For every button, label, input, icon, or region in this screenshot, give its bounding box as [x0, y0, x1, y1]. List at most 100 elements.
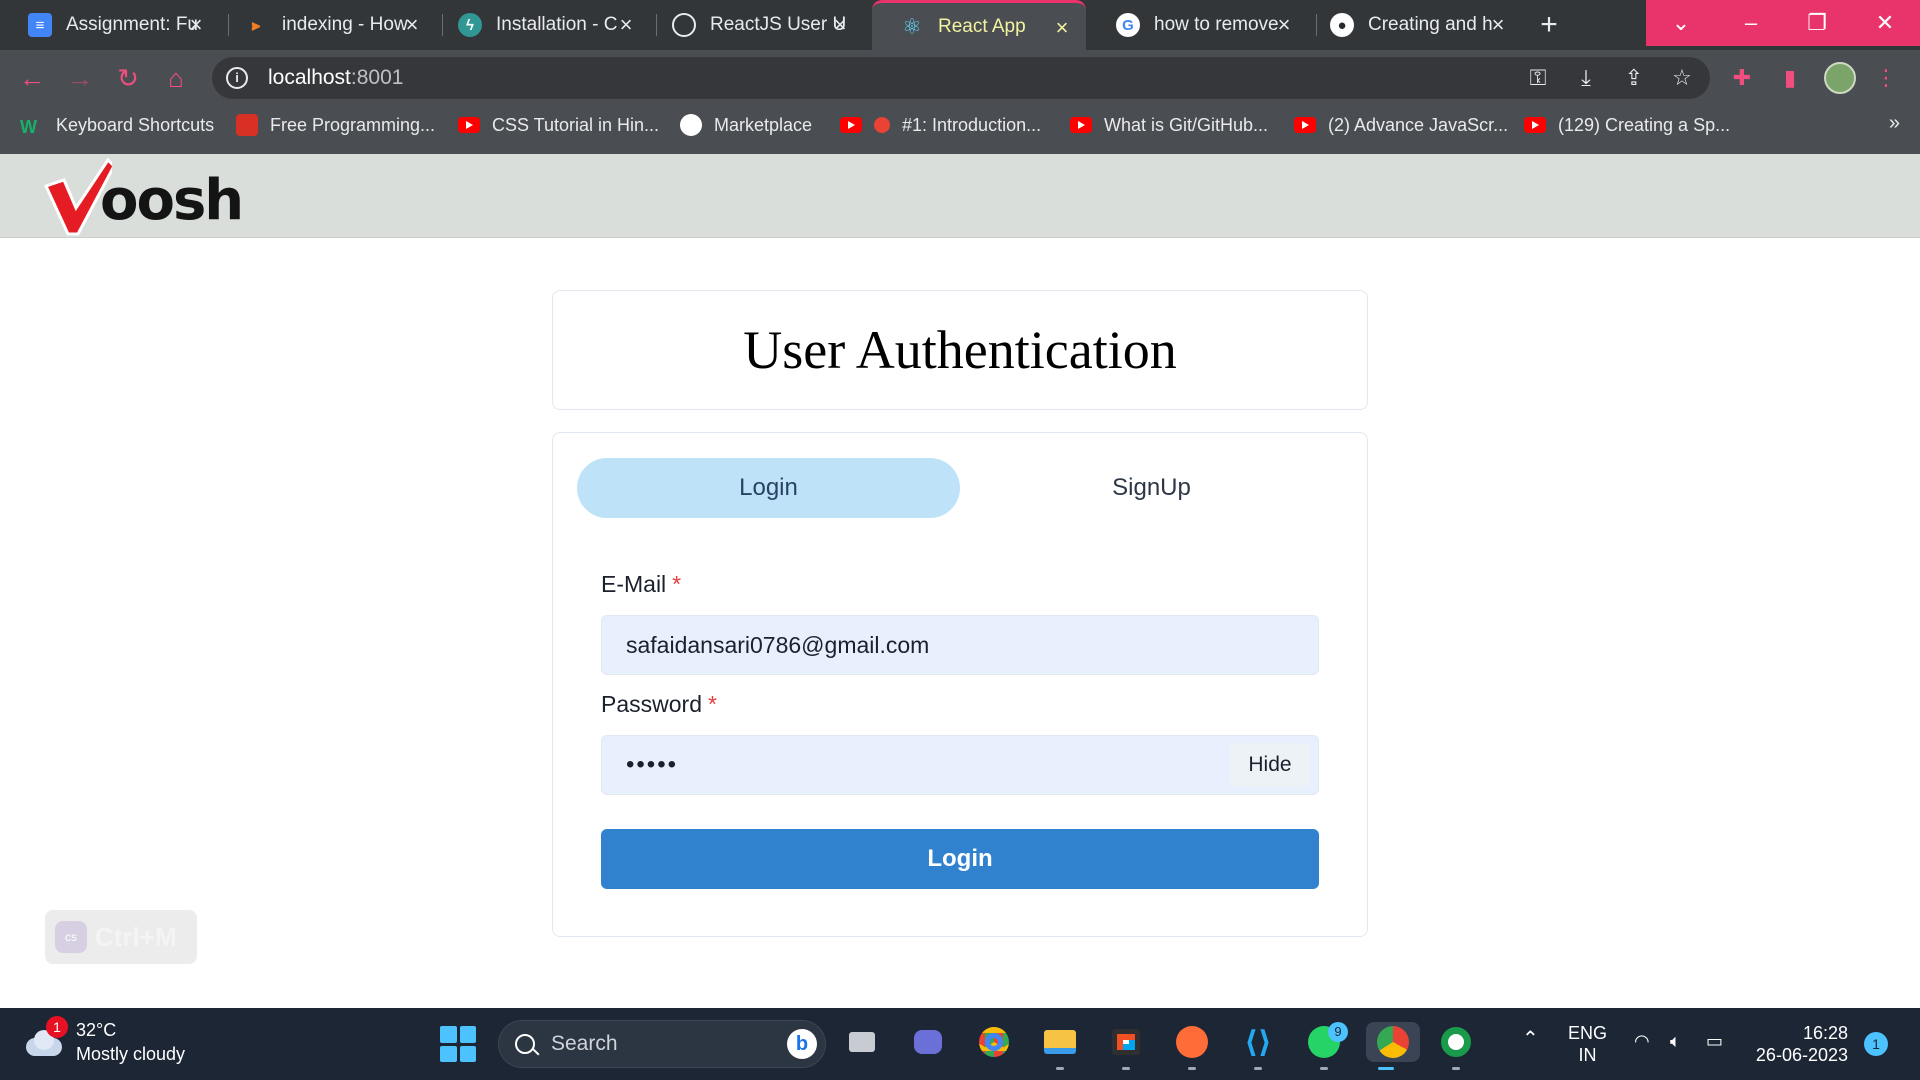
close-tab-icon[interactable]: ×	[1486, 13, 1510, 37]
password-field[interactable]: ••••• Hide	[601, 735, 1319, 795]
page-title: User Authentication	[743, 320, 1177, 380]
restore-button[interactable]: ❐	[1782, 0, 1852, 46]
browser-tab[interactable]: ● Creating and h ×	[1302, 0, 1522, 50]
browser-tab[interactable]: ≡ Assignment: Fu ×	[0, 0, 220, 50]
url-text[interactable]: localhost:8001	[268, 66, 403, 90]
bookmark-item[interactable]: What is Git/GitHub...	[1070, 106, 1268, 144]
minimize-button[interactable]: –	[1716, 0, 1786, 46]
mycompiler-icon	[236, 114, 258, 136]
bookmark-item[interactable]: (2) Advance JavaScr...	[1294, 106, 1508, 144]
postman-icon[interactable]	[1172, 1022, 1212, 1070]
bookmark-item[interactable]: Free Programming...	[236, 106, 435, 144]
volume-icon[interactable]: 🔈︎	[1670, 1030, 1681, 1052]
browser-tab[interactable]: ReactJS User U ×	[644, 0, 864, 50]
weather-temp: 32°C	[76, 1020, 117, 1040]
tab-login[interactable]: Login	[577, 458, 960, 518]
mongodb-compass-icon[interactable]	[1436, 1022, 1476, 1070]
close-window-button[interactable]: ✕	[1850, 0, 1920, 46]
install-app-icon[interactable]: ⤓	[1572, 64, 1600, 92]
required-mark: *	[672, 571, 682, 597]
required-mark: *	[707, 691, 717, 717]
bookmarks-bar: W Keyboard Shortcuts Free Programming...…	[0, 106, 1920, 154]
email-value: safaidansari0786@gmail.com	[626, 631, 930, 658]
bing-icon[interactable]: b	[787, 1029, 817, 1059]
stackoverflow-icon: ⫸	[251, 16, 261, 34]
bookmark-label: What is Git/GitHub...	[1104, 114, 1269, 135]
bookmark-label: Marketplace	[714, 114, 813, 135]
docs-icon: ≡	[28, 13, 52, 37]
reload-icon[interactable]: ↻	[112, 62, 144, 94]
bookmark-item[interactable]: W Keyboard Shortcuts	[20, 106, 214, 144]
close-tab-icon[interactable]: ×	[184, 13, 208, 37]
browser-tab[interactable]: ⫸ indexing - How ×	[216, 0, 436, 50]
react-icon: ⚛	[902, 13, 922, 39]
site-info-icon[interactable]: i	[226, 67, 248, 89]
logo-text: oosh	[100, 168, 244, 233]
clock[interactable]: 16:28 26-06-2023	[1752, 1022, 1848, 1066]
close-tab-icon[interactable]: ×	[400, 13, 424, 37]
bookmark-label: Keyboard Shortcuts	[56, 114, 215, 135]
browser-toolbar: ← → ↻ ⌂ i localhost:8001 ⚿ ⤓ ⇪ ☆ ✚ ▮ ⋮	[0, 50, 1920, 106]
tray-overflow-icon[interactable]: ⌃	[1522, 1028, 1539, 1050]
bookmark-label: (129) Creating a Sp...	[1558, 114, 1731, 135]
wifi-icon[interactable]: ◠	[1634, 1030, 1650, 1052]
tab-search-button[interactable]: ⌄	[1646, 0, 1716, 46]
browser-tab[interactable]: ϟ Installation - C ×	[430, 0, 650, 50]
taskbar-search[interactable]: Search b	[498, 1020, 826, 1068]
chrome-icon[interactable]	[974, 1022, 1014, 1062]
home-icon[interactable]: ⌂	[160, 62, 192, 94]
hide-password-button[interactable]: Hide	[1230, 743, 1310, 787]
title-card: User Authentication	[552, 290, 1368, 410]
email-field[interactable]: safaidansari0786@gmail.com	[601, 615, 1319, 675]
side-panel-icon[interactable]: ▮	[1776, 64, 1804, 92]
close-tab-icon[interactable]: ×	[1050, 16, 1074, 40]
share-icon[interactable]: ⇪	[1620, 64, 1648, 92]
tab-signup[interactable]: SignUp	[960, 458, 1343, 518]
notification-badge[interactable]: 1	[1864, 1032, 1888, 1056]
login-button[interactable]: Login	[601, 829, 1319, 889]
bookmark-item[interactable]: #1: Introduction...	[840, 106, 1041, 144]
menu-kebab-icon[interactable]: ⋮	[1872, 64, 1900, 92]
close-tab-icon[interactable]: ×	[828, 13, 852, 37]
shortcut-overlay[interactable]: cs Ctrl+M	[45, 910, 197, 964]
language-indicator[interactable]: ENG IN	[1568, 1022, 1607, 1066]
search-icon	[515, 1034, 535, 1054]
youtube-icon	[840, 117, 862, 133]
clock-date: 26-06-2023	[1755, 1045, 1848, 1065]
extensions-icon[interactable]: ✚	[1728, 64, 1756, 92]
browser-tab[interactable]: G how to remove ×	[1088, 0, 1308, 50]
bookmark-item[interactable]: (129) Creating a Sp...	[1524, 106, 1730, 144]
forward-icon[interactable]: →	[64, 62, 96, 94]
close-tab-icon[interactable]: ×	[1272, 13, 1296, 37]
github-icon	[680, 114, 702, 136]
address-bar[interactable]: i localhost:8001	[212, 57, 1710, 99]
bookmark-star-icon[interactable]: ☆	[1668, 64, 1696, 92]
weather-desc: Mostly cloudy	[76, 1044, 186, 1064]
battery-icon[interactable]: ▭	[1706, 1030, 1723, 1052]
windows-taskbar: 32°C Mostly cloudy 1 Search b ⟨⟩ 9 ⌃ ENG…	[0, 1008, 1920, 1080]
windows-start-icon[interactable]	[440, 1026, 476, 1062]
task-view-icon[interactable]	[842, 1022, 882, 1062]
browser-tab-active[interactable]: ⚛ React App ×	[872, 0, 1086, 50]
bookmark-label: (2) Advance JavaScr...	[1328, 114, 1509, 135]
cs-badge-icon: cs	[55, 921, 87, 953]
ms-store-icon[interactable]	[1106, 1022, 1146, 1070]
password-value: •••••	[626, 751, 679, 778]
close-tab-icon[interactable]: ×	[614, 13, 638, 37]
file-explorer-icon[interactable]	[1040, 1022, 1080, 1070]
back-icon[interactable]: ←	[16, 62, 48, 94]
email-label: E-Mail *	[601, 571, 682, 597]
bookmark-item[interactable]: CSS Tutorial in Hin...	[458, 106, 659, 144]
shortcut-label: Ctrl+M	[95, 921, 177, 952]
bookmark-item[interactable]: Marketplace	[680, 106, 812, 144]
profile-avatar[interactable]	[1824, 62, 1856, 94]
teams-chat-icon[interactable]	[908, 1022, 948, 1062]
more-bookmarks-icon[interactable]: »	[1889, 112, 1900, 135]
new-tab-button[interactable]: +	[1532, 8, 1566, 42]
clock-time: 16:28	[1802, 1023, 1848, 1043]
vscode-icon[interactable]: ⟨⟩	[1238, 1022, 1278, 1070]
chrome-active-icon[interactable]	[1366, 1022, 1420, 1070]
password-key-icon[interactable]: ⚿	[1524, 64, 1552, 92]
weather-badge: 1	[46, 1016, 68, 1038]
youtube-icon	[1294, 117, 1316, 133]
